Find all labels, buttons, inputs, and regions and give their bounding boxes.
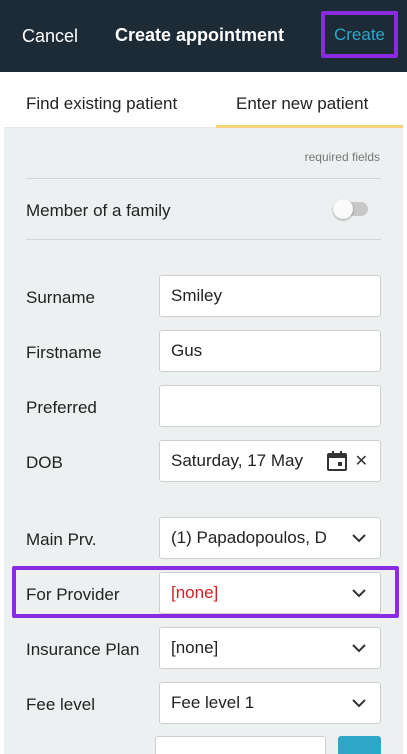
surname-label: Surname xyxy=(26,288,95,307)
surname-value: Smiley xyxy=(171,286,223,305)
surname-input[interactable]: Smiley xyxy=(159,275,381,317)
close-icon[interactable]: ✕ xyxy=(355,451,368,471)
insurance-plan-label: Insurance Plan xyxy=(26,640,140,659)
page-title: Create appointment xyxy=(115,25,285,45)
fee-level-label: Fee level xyxy=(26,695,95,714)
required-fields-note: required fields xyxy=(304,150,380,164)
divider xyxy=(26,178,381,179)
chevron-down-icon xyxy=(348,693,370,713)
dob-input[interactable]: Saturday, 17 May ✕ xyxy=(159,440,381,482)
chevron-down-icon xyxy=(348,638,370,658)
cancel-button[interactable]: Cancel xyxy=(22,26,78,47)
dob-label: DOB xyxy=(26,453,63,472)
main-prv-value: (1) Papadopoulos, D xyxy=(171,528,327,547)
firstname-input[interactable]: Gus xyxy=(159,330,381,372)
main-prv-select[interactable]: (1) Papadopoulos, D xyxy=(159,517,381,559)
tab-enter-new-patient[interactable]: Enter new patient xyxy=(236,94,368,114)
tab-find-existing-patient[interactable]: Find existing patient xyxy=(26,94,177,114)
create-button-label: Create xyxy=(333,24,386,44)
divider xyxy=(26,239,381,240)
firstname-value: Gus xyxy=(171,341,203,360)
main-prv-label: Main Prv. xyxy=(26,530,97,549)
create-button[interactable]: Create xyxy=(321,11,398,58)
member-of-family-label: Member of a family xyxy=(26,201,171,220)
insurance-plan-select[interactable]: [none] xyxy=(159,627,381,669)
firstname-label: Firstname xyxy=(26,343,102,362)
preferred-label: Preferred xyxy=(26,398,97,417)
patient-tabs: Find existing patient Enter new patient xyxy=(4,72,403,128)
app-header: Cancel Create appointment Create xyxy=(0,0,407,72)
chevron-down-icon xyxy=(348,528,370,548)
next-field-input[interactable] xyxy=(155,736,326,754)
fee-level-select[interactable]: Fee level 1 xyxy=(159,682,381,724)
new-patient-form: required fields Member of a family Surna… xyxy=(4,128,403,754)
dob-value: Saturday, 17 May xyxy=(171,451,303,470)
toggle-knob xyxy=(333,199,353,219)
next-field-button[interactable] xyxy=(338,736,381,754)
calendar-icon[interactable] xyxy=(325,449,349,473)
insurance-plan-value: [none] xyxy=(171,638,219,657)
member-of-family-toggle[interactable] xyxy=(333,199,368,219)
for-provider-highlight xyxy=(12,566,399,618)
fee-level-value: Fee level 1 xyxy=(171,693,255,712)
preferred-input[interactable] xyxy=(159,385,381,427)
